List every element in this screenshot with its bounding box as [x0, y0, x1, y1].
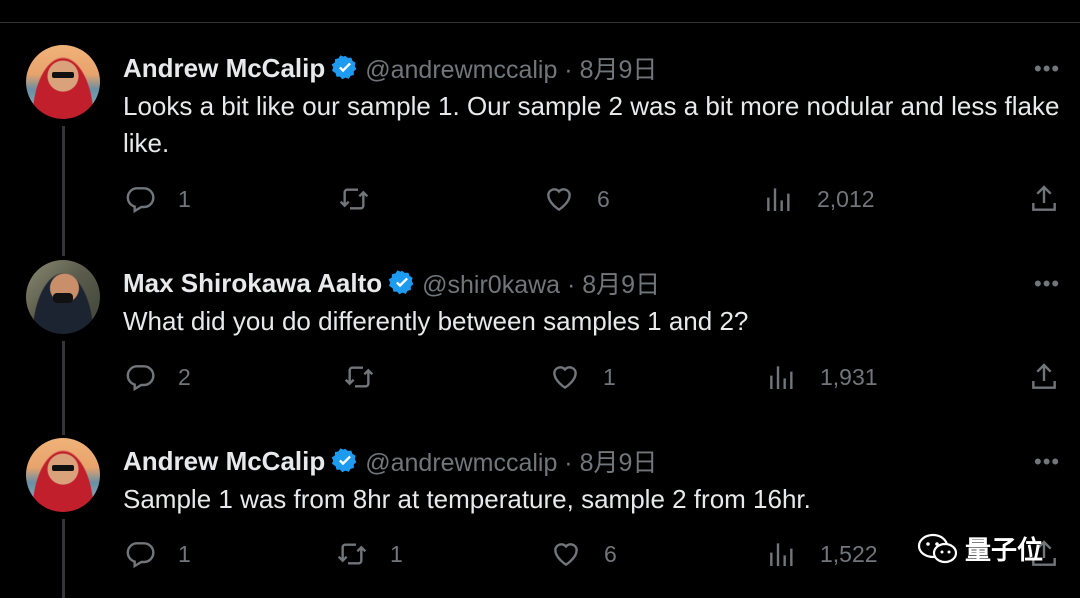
watermark-text: 量子位: [965, 535, 1044, 565]
reply-count: 1: [178, 540, 191, 567]
share-button[interactable]: [1028, 183, 1060, 215]
retweet-icon: [337, 543, 367, 565]
like-button[interactable]: 1: [549, 361, 616, 393]
avatar[interactable]: [26, 438, 100, 512]
reply-button[interactable]: 2: [124, 361, 191, 393]
views-icon: [770, 543, 793, 566]
like-icon: [554, 543, 578, 567]
retweet-button[interactable]: [338, 183, 392, 215]
watermark: 量子位: [917, 530, 1043, 567]
reply-button[interactable]: 1: [124, 538, 191, 570]
thread-line: [62, 126, 65, 256]
share-button[interactable]: [1028, 361, 1060, 393]
retweet-button[interactable]: 1: [336, 538, 403, 570]
author-handle-and-date: @andrewmccalip · 8月9日: [365, 449, 658, 477]
tweet-header: Max Shirokawa Aalto @shir0kawa · 8月9日: [123, 265, 660, 301]
retweet-icon: [344, 366, 374, 388]
author-name[interactable]: Andrew McCalip: [123, 53, 325, 84]
tweet-actions: 2 1 1,931: [0, 361, 1080, 401]
like-count: 6: [597, 185, 610, 212]
like-button[interactable]: 6: [543, 183, 610, 215]
author-handle-and-date: @shir0kawa · 8月9日: [422, 271, 661, 299]
views-button[interactable]: 1,522: [766, 538, 878, 570]
reply-button[interactable]: 1: [124, 183, 191, 215]
views-count: 2,012: [817, 185, 875, 212]
reply-count: 1: [178, 185, 191, 212]
avatar[interactable]: [26, 45, 100, 119]
avatar[interactable]: [26, 260, 100, 334]
verified-badge-icon: [388, 270, 414, 295]
tweet-text: What did you do differently between samp…: [123, 306, 749, 336]
views-count: 1,931: [820, 363, 878, 390]
verified-badge-icon: [331, 448, 357, 473]
tweet-header: Andrew McCalip @andrewmccalip · 8月9日: [123, 443, 657, 479]
retweet-icon: [339, 188, 369, 210]
tweet-text: Looks a bit like our sample 1. Our sampl…: [123, 91, 1060, 158]
reply-icon: [126, 187, 155, 214]
retweet-button[interactable]: [343, 361, 397, 393]
more-icon[interactable]: •••: [1034, 271, 1060, 297]
like-icon: [547, 188, 571, 212]
more-icon[interactable]: •••: [1034, 449, 1060, 475]
share-icon: [1032, 185, 1056, 211]
tweet-header: Andrew McCalip @andrewmccalip · 8月9日: [123, 50, 657, 86]
author-name[interactable]: Andrew McCalip: [123, 446, 325, 477]
retweet-count: 1: [390, 540, 403, 567]
views-button[interactable]: 2,012: [763, 183, 875, 215]
more-icon[interactable]: •••: [1034, 56, 1060, 82]
top-divider: [0, 22, 1080, 23]
like-count: 1: [603, 363, 616, 390]
tweet-text: Sample 1 was from 8hr at temperature, sa…: [123, 484, 811, 514]
verified-badge-icon: [331, 55, 357, 80]
reply-icon: [126, 365, 155, 392]
reply-count: 2: [178, 363, 191, 390]
views-icon: [770, 366, 793, 389]
like-button[interactable]: 6: [550, 538, 617, 570]
wechat-icon: [917, 533, 958, 563]
share-icon: [1032, 363, 1056, 389]
tweet-actions: 1 6 2,012: [0, 183, 1080, 223]
like-icon: [553, 366, 577, 390]
reply-icon: [126, 542, 155, 569]
avatar-glasses: [52, 72, 74, 78]
views-button[interactable]: 1,931: [766, 361, 878, 393]
author-name[interactable]: Max Shirokawa Aalto: [123, 268, 382, 299]
like-count: 6: [604, 540, 617, 567]
thread-line: [62, 519, 65, 598]
avatar-mask: [53, 293, 73, 303]
views-count: 1,522: [820, 540, 878, 567]
author-handle-and-date: @andrewmccalip · 8月9日: [365, 56, 658, 84]
views-icon: [767, 188, 790, 211]
avatar-glasses: [52, 465, 74, 471]
thread-line: [62, 341, 65, 435]
